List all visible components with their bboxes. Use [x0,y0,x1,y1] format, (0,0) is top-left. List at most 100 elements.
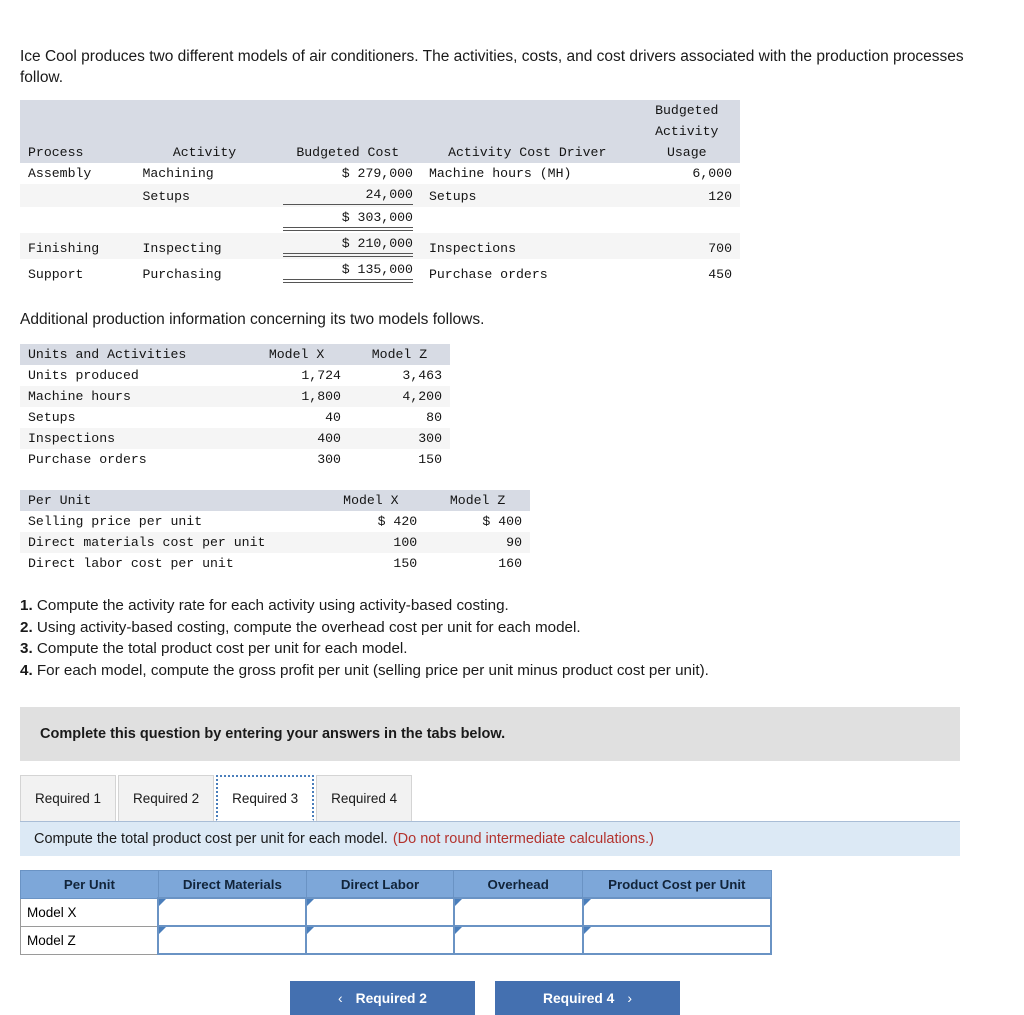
answer-row-label-model-z: Model Z [20,925,159,955]
cell-usage: 6,000 [633,163,740,184]
requirements-list: 1. Compute the activity rate for each ac… [20,596,1004,681]
cell-cost-total: $ 303,000 [274,207,421,233]
requirement-number: 2. [20,618,33,636]
tab-required-3[interactable]: Required 3 [216,775,315,821]
cell-model-x: 40 [244,407,349,428]
process-activity-cost-table: Budgeted Activity Process Activity Budge… [20,100,740,285]
cell-process: Support [20,259,135,285]
total-double-rule [282,279,413,283]
process-table-header-row-2: Activity [20,121,740,142]
header-model-x: Model X [316,490,426,511]
input-model-x-product-cost[interactable] [583,899,770,925]
input-model-x-overhead[interactable] [454,899,582,925]
cell-label: Machine hours [20,386,245,407]
cell-model-x: 400 [244,428,349,449]
header-usage-line2: Activity [633,121,740,142]
tab-label: Required 1 [35,791,102,806]
units-and-activities-table: Units and Activities Model X Model Z Uni… [20,344,450,470]
per-unit-table-header: Per Unit Model X Model Z [20,490,530,511]
requirement-item-4: 4. For each model, compute the gross pro… [20,661,1004,682]
answer-header-direct-labor: Direct Labor [305,870,455,899]
header-activity-cost-driver: Activity Cost Driver [420,142,634,163]
cell-activity [134,207,275,233]
input-cell-model-z-direct-labor[interactable] [305,925,455,955]
input-model-x-direct-materials[interactable] [159,899,306,925]
cell-usage: 700 [633,233,740,259]
cell-marker-icon [159,927,167,934]
header-units-and-activities: Units and Activities [20,344,245,365]
per-unit-price-cost-table: Per Unit Model X Model Z Selling price p… [20,490,530,574]
next-required-button[interactable]: Required 4 › [495,981,680,1015]
input-cell-model-x-product-cost[interactable] [581,897,773,927]
cell-marker-icon [307,927,315,934]
answer-row-label-model-x: Model X [20,897,159,927]
table-row: Direct labor cost per unit 150 160 [20,553,530,574]
table-row: Direct materials cost per unit 100 90 [20,532,530,553]
cell-label: Direct materials cost per unit [20,532,317,553]
input-cell-model-z-product-cost[interactable] [581,925,773,955]
tab-label: Required 2 [133,791,200,806]
cell-process [20,207,135,233]
chevron-left-icon: ‹ [338,990,343,1006]
table-row: Machine hours 1,800 4,200 [20,386,450,407]
input-cell-model-x-direct-materials[interactable] [157,897,308,927]
table-row: Inspections 400 300 [20,428,450,449]
input-cell-model-z-overhead[interactable] [452,925,584,955]
cell-model-z: 160 [425,553,530,574]
cell-cost-total: $ 210,000 [274,233,421,259]
input-model-x-direct-labor[interactable] [307,899,453,925]
input-cell-model-x-direct-labor[interactable] [305,897,455,927]
tab-navigation: ‹ Required 2 Required 4 › [20,981,1004,1015]
rounding-note: (Do not round intermediate calculations.… [392,831,654,847]
cell-activity: Inspecting [134,233,275,259]
cell-marker-icon [159,899,167,906]
cell-marker-icon [454,927,462,934]
requirement-item-3: 3. Compute the total product cost per un… [20,639,1004,660]
input-cell-model-z-direct-materials[interactable] [157,925,308,955]
header-blank-1 [20,121,135,142]
worksheet-page: Ice Cool produces two different models o… [0,0,1004,1015]
chevron-right-icon: › [627,990,632,1006]
previous-required-label: Required 2 [355,990,427,1006]
answer-header-product-cost-per-unit: Product Cost per Unit [582,870,772,899]
cell-model-z: 150 [348,449,450,470]
cell-model-x: 100 [316,532,426,553]
cell-usage: 120 [633,184,740,207]
header-model-x: Model X [244,344,349,365]
cell-driver: Purchase orders [420,259,634,285]
tab-required-2[interactable]: Required 2 [118,775,215,821]
tab-required-1[interactable]: Required 1 [20,775,117,821]
cell-model-z: 3,463 [348,365,450,386]
input-model-z-product-cost[interactable] [583,927,770,953]
header-usage-line3: Usage [633,142,740,163]
tab-instruction-text: Compute the total product cost per unit … [34,831,388,847]
table-row: Support Purchasing $ 135,000 Purchase or… [20,259,740,285]
intro-paragraph-1: Ice Cool produces two different models o… [20,48,964,86]
header-process: Process [20,142,135,163]
cell-model-x: 300 [244,449,349,470]
banner-text: Complete this question by entering your … [40,726,506,742]
process-table-body: Assembly Machining $ 279,000 Machine hou… [20,163,740,285]
header-spacer-activity [134,100,275,121]
answer-table-wrapper: Per Unit Direct Materials Direct Labor O… [20,870,1004,955]
header-activity: Activity [134,142,275,163]
header-spacer-driver [420,100,634,121]
cell-process: Finishing [20,233,135,259]
input-model-z-direct-labor[interactable] [307,927,453,953]
cell-driver: Machine hours (MH) [420,163,634,184]
table-row: Assembly Machining $ 279,000 Machine hou… [20,163,740,184]
answer-header-direct-materials: Direct Materials [157,870,307,899]
total-double-rule [282,253,413,257]
next-required-label: Required 4 [543,990,615,1006]
process-table-header-spacer-row: Budgeted [20,100,740,121]
input-model-z-direct-materials[interactable] [159,927,306,953]
cell-label: Inspections [20,428,245,449]
input-model-z-overhead[interactable] [454,927,582,953]
previous-required-button[interactable]: ‹ Required 2 [290,981,475,1015]
answer-table-header-row: Per Unit Direct Materials Direct Labor O… [20,870,772,899]
cell-model-z: 4,200 [348,386,450,407]
tab-required-4[interactable]: Required 4 [316,775,413,821]
input-cell-model-x-overhead[interactable] [452,897,584,927]
requirement-tabs: Required 1 Required 2 Required 3 Require… [20,775,960,822]
header-per-unit: Per Unit [20,490,317,511]
